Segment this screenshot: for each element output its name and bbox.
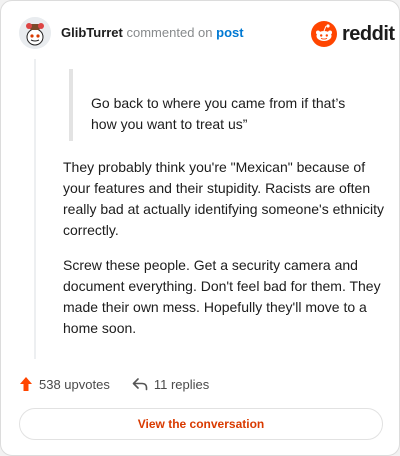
comment-card: GlibTurret commented on post reddit Go b… [0,0,400,456]
blockquote-text: Go back to where you came from if that’s… [91,95,346,132]
upvote-count: 538 upvotes [39,376,110,392]
thread-line [34,59,36,359]
comment-paragraph-2: Screw these people. Get a security camer… [63,257,381,336]
comment-paragraph-1: They probably think you're "Mexican" bec… [63,159,384,238]
view-conversation-button[interactable]: View the conversation [19,408,383,440]
comment-actions: 538 upvotes 11 replies [19,375,209,393]
comment-byline: GlibTurret commented on post [61,25,244,40]
blockquote-bar [69,69,73,141]
upvote-arrow-icon [20,377,32,391]
avatar[interactable] [19,17,51,49]
post-link[interactable]: post [216,25,243,40]
byline-action: commented on [126,25,213,40]
upvote-button[interactable]: 538 upvotes [19,376,110,392]
reddit-logo[interactable]: reddit [311,21,395,47]
reply-arrow-icon [132,378,148,391]
reply-count: 11 replies [153,376,210,392]
snoo-avatar-icon [19,17,51,49]
reddit-logo-icon [311,21,337,47]
replies-button[interactable]: 11 replies [132,377,209,392]
logo-wordmark: reddit [342,22,395,45]
author-name[interactable]: GlibTurret [61,25,123,40]
